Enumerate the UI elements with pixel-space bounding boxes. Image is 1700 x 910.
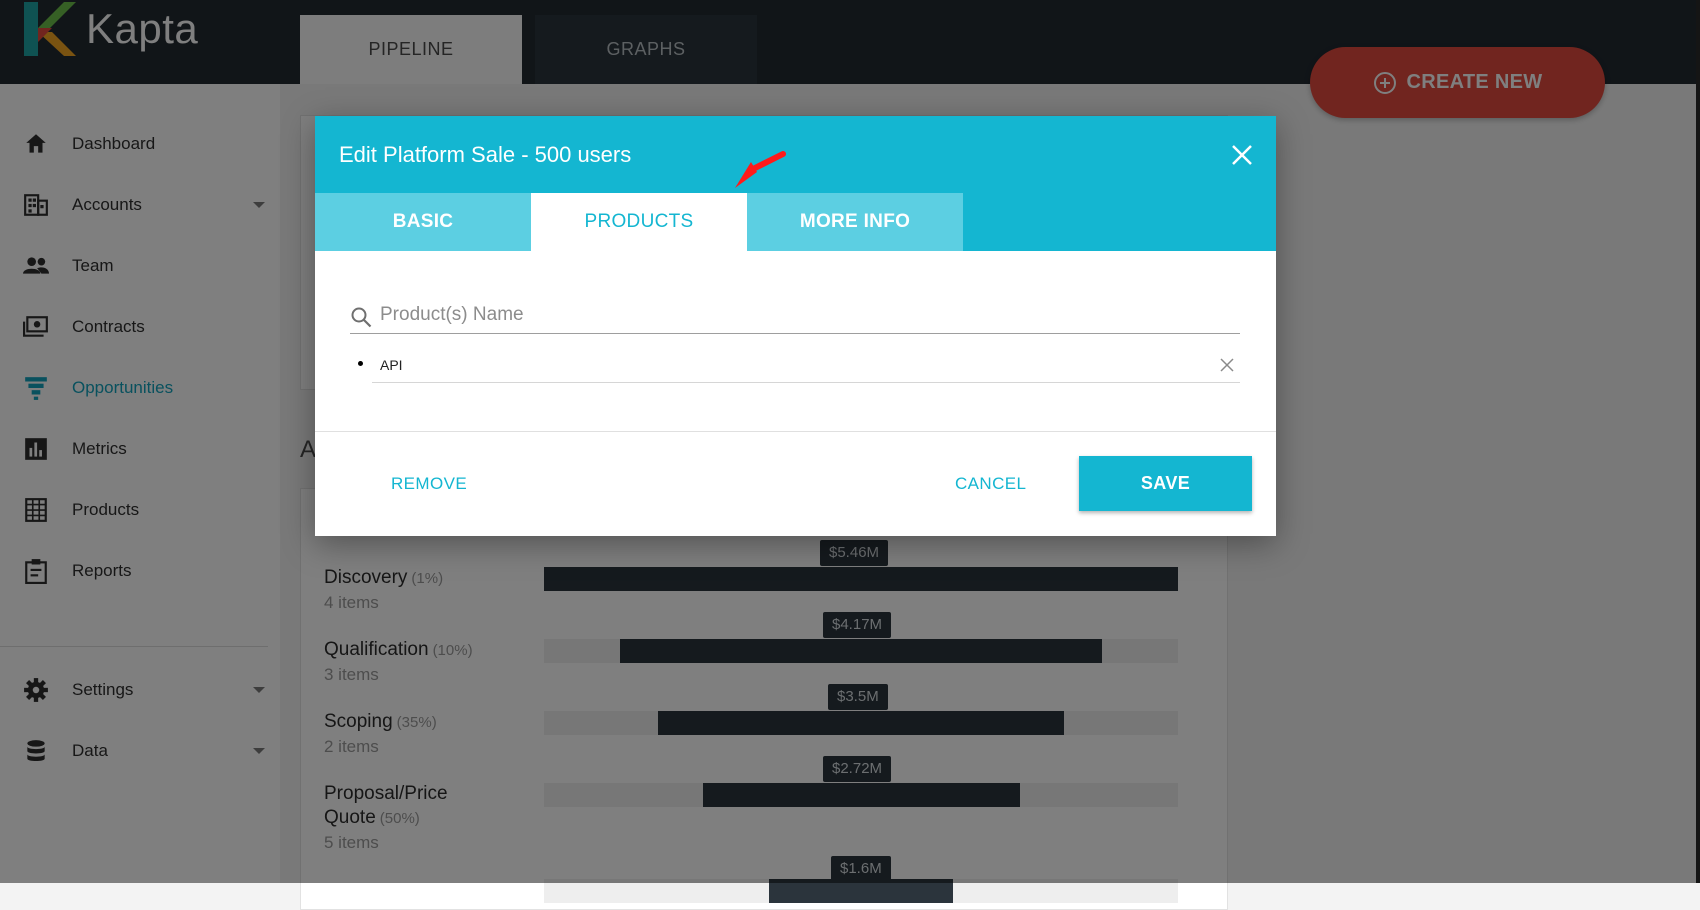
tab-more-info[interactable]: MORE INFO (747, 193, 963, 251)
search-icon (351, 307, 372, 328)
dialog-footer-divider (315, 431, 1276, 432)
save-button[interactable]: SAVE (1079, 456, 1252, 511)
product-entry: API (372, 348, 1240, 383)
tab-products[interactable]: PRODUCTS (531, 193, 747, 251)
list-bullet (358, 361, 363, 366)
edit-opportunity-dialog: Edit Platform Sale - 500 users BASIC PRO… (315, 116, 1276, 536)
app-root: Kapta PIPELINE GRAPHS CREATE NEW Dashboa… (0, 0, 1700, 910)
close-icon[interactable] (1227, 140, 1257, 170)
cancel-button[interactable]: CANCEL (955, 472, 1026, 496)
remove-button[interactable]: REMOVE (391, 472, 467, 496)
dialog-title: Edit Platform Sale - 500 users (339, 142, 632, 167)
product-search-field (350, 300, 1240, 334)
dialog-header: Edit Platform Sale - 500 users BASIC PRO… (315, 116, 1276, 251)
annotation-arrow-icon (735, 151, 786, 188)
tab-basic[interactable]: BASIC (315, 193, 531, 251)
product-search-input[interactable] (378, 300, 1222, 330)
product-list-item: API (350, 348, 1240, 383)
remove-product-icon[interactable] (1220, 358, 1234, 372)
product-name: API (380, 357, 403, 373)
